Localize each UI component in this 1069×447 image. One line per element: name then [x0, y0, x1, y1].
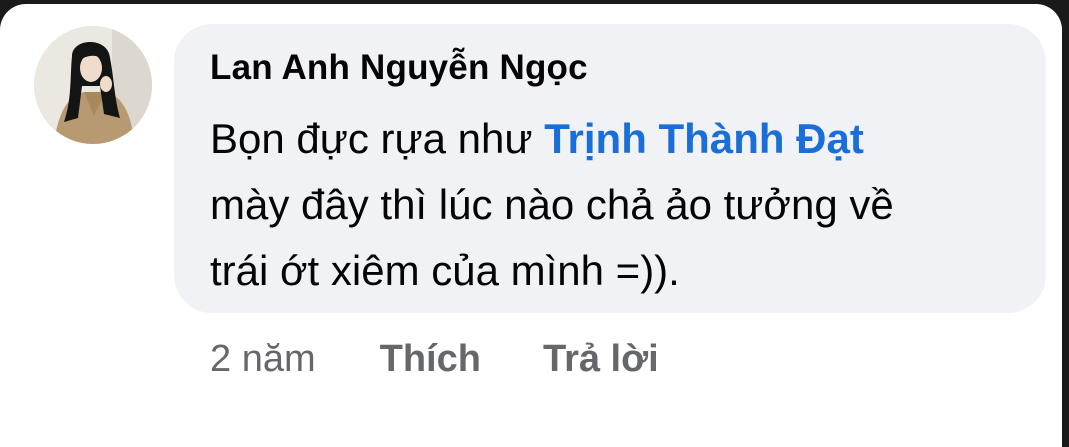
comment-line-2: mày đây thì lúc nào chả ảo tưởng về [210, 181, 894, 228]
comment-line-1: Bọn đực rựa như Trịnh Thành Đạt [210, 106, 1010, 172]
avatar[interactable] [34, 26, 152, 144]
profile-photo-icon [34, 26, 152, 144]
mention-link[interactable]: Trịnh Thành Đạt [544, 115, 864, 162]
comment-timestamp[interactable]: 2 năm [210, 338, 316, 381]
reply-button[interactable]: Trả lời [543, 338, 659, 381]
comment-card: Lan Anh Nguyễn Ngọc Bọn đực rựa như Trịn… [0, 4, 1062, 447]
comment-actions: 2 năm Thích Trả lời [210, 334, 659, 384]
comment-author[interactable]: Lan Anh Nguyễn Ngọc [210, 48, 588, 88]
comment-text-segment: Bọn đực rựa như [210, 115, 545, 162]
comment-line-3: trái ớt xiêm của mình =)). [210, 247, 680, 294]
comment-text: Bọn đực rựa như Trịnh Thành Đạt mày đây … [210, 106, 1010, 304]
comment-bubble: Lan Anh Nguyễn Ngọc Bọn đực rựa như Trịn… [174, 24, 1046, 313]
like-button[interactable]: Thích [380, 338, 481, 381]
